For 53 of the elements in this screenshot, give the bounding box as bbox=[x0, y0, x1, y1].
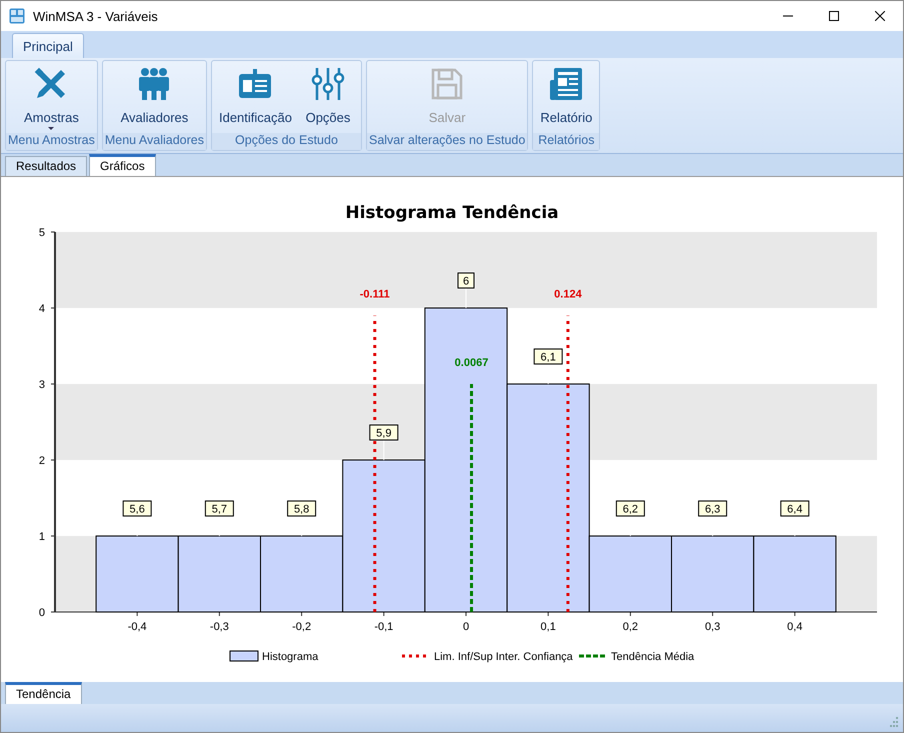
ribbon-button[interactable]: Relatório bbox=[536, 61, 596, 133]
value-label: 5,9 bbox=[369, 424, 398, 440]
value-label: 5,8 bbox=[287, 500, 316, 516]
tab[interactable]: Resultados bbox=[5, 156, 88, 176]
ribbon-button[interactable]: Avaliadores bbox=[116, 61, 192, 133]
ribbon-button[interactable]: Amostras bbox=[20, 61, 83, 133]
app-icon bbox=[9, 8, 25, 24]
ribbon-button[interactable]: Identificação bbox=[214, 61, 296, 133]
reference-value: -0.111 bbox=[360, 288, 390, 301]
x-tick-label: 0,1 bbox=[540, 621, 556, 633]
x-tick-label: 0 bbox=[462, 621, 470, 633]
tab[interactable]: Tendência bbox=[5, 682, 82, 704]
value-label: 5,7 bbox=[204, 500, 234, 516]
y-tick-label: 2 bbox=[38, 455, 45, 467]
y-tick-label: 4 bbox=[38, 303, 45, 315]
sliders-icon bbox=[310, 66, 346, 102]
legend-label: Lim. Inf/Sup Inter. Confiança bbox=[434, 651, 573, 663]
newspaper-icon bbox=[548, 66, 584, 102]
group-caption: Menu Amostras bbox=[6, 133, 97, 150]
value-label: 6,4 bbox=[780, 500, 810, 516]
maximize-icon[interactable] bbox=[829, 11, 839, 21]
x-tick-label: 0,2 bbox=[622, 621, 638, 633]
y-tick-label: 3 bbox=[38, 379, 45, 391]
x-tick-label: -0,4 bbox=[128, 621, 147, 633]
legend-swatch bbox=[230, 650, 258, 662]
close-icon[interactable] bbox=[875, 11, 885, 21]
legend-label: Tendência Média bbox=[611, 651, 694, 663]
value-label: 5,6 bbox=[122, 500, 152, 516]
tab[interactable]: Gráficos bbox=[89, 154, 156, 176]
value-label: 6 bbox=[458, 272, 474, 288]
value-label: 6,2 bbox=[616, 500, 645, 516]
value-label: 6,1 bbox=[534, 348, 563, 364]
y-tick-label: 1 bbox=[38, 531, 45, 543]
chart-title: Histograma Tendência bbox=[345, 203, 559, 223]
x-tick-label: 0,3 bbox=[704, 621, 720, 633]
x-tick-label: -0,2 bbox=[292, 621, 312, 633]
x-tick-label: -0,1 bbox=[374, 621, 394, 633]
ribbon-button[interactable]: Opções bbox=[298, 61, 358, 133]
window-title: WinMSA 3 - Variáveis bbox=[33, 8, 158, 24]
x-tick-label: -0,3 bbox=[210, 621, 229, 633]
group-caption: Relatórios bbox=[533, 133, 600, 150]
legend-label: Histograma bbox=[262, 651, 318, 663]
resize-grip-icon[interactable] bbox=[887, 716, 899, 728]
group-caption: Menu Avaliadores bbox=[102, 133, 206, 150]
y-tick-label: 5 bbox=[38, 227, 45, 239]
reference-value: 0.0067 bbox=[454, 357, 488, 369]
group-caption: Opções do Estudo bbox=[212, 133, 361, 150]
reference-value: 0.124 bbox=[554, 288, 582, 301]
x-tick-label: 0,4 bbox=[787, 621, 802, 633]
y-tick-label: 0 bbox=[38, 607, 45, 619]
ribbon-tab[interactable]: Principal bbox=[12, 33, 84, 58]
value-label: 6,3 bbox=[698, 500, 728, 516]
group-caption: Salvar alterações no Estudo bbox=[366, 133, 528, 150]
